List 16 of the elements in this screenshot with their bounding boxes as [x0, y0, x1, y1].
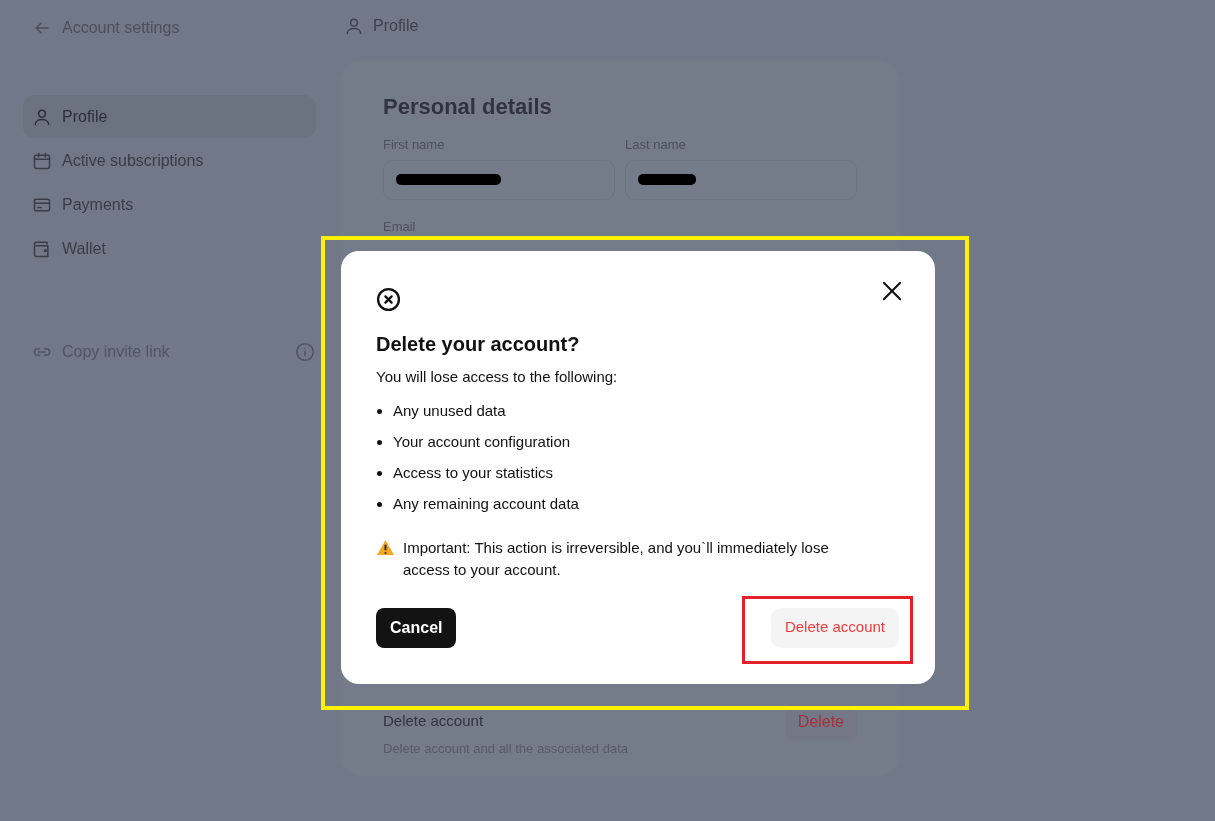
- list-item: Any remaining account data: [393, 493, 579, 514]
- list-item: Access to your statistics: [393, 462, 554, 483]
- sidebar-item[interactable]: Profile: [23, 95, 316, 138]
- section-title: Delete account: [383, 711, 485, 731]
- list-item: Any unused data: [393, 400, 506, 421]
- sidebar-item[interactable]: Payments: [23, 183, 316, 226]
- list-item: Your account configuration: [393, 431, 571, 452]
- dialog-intro: You will lose access to the following:: [376, 367, 619, 387]
- dialog-title: Delete your account?: [376, 332, 581, 357]
- section-heading: Personal details: [383, 93, 553, 121]
- sidebar-item[interactable]: Active subscriptions: [23, 139, 316, 182]
- warning-text: Important: This action is irreversible, and you`ll immediately lose access to your account.: [403, 537, 830, 580]
- cancel-button[interactable]: Cancel: [376, 607, 457, 648]
- delete-account-button[interactable]: Delete account: [770, 607, 899, 648]
- sidebar-item[interactable]: Wallet: [23, 227, 316, 270]
- page-title: Profile: [373, 16, 419, 36]
